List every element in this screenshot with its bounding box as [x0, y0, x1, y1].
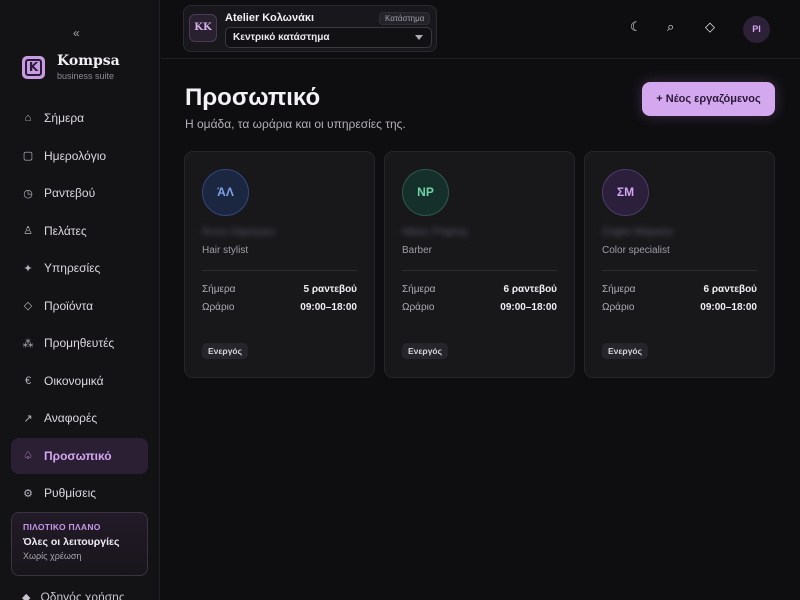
plan-tag: ΠΙΛΟΤΙΚΟ ΠΛΑΝΟ [23, 522, 101, 532]
staff-card[interactable]: ΣΜ Σοφία Μάρκου Color specialist Σήμερα 6 ρα… [584, 151, 775, 378]
sidebar-item-3[interactable]: ♙ Πελάτες [11, 213, 148, 249]
sidebar-item-8[interactable]: ↗ Αναφορές [11, 400, 148, 436]
nodes-icon: ⁂ [22, 337, 34, 350]
header-divider [161, 58, 800, 59]
store-avatar: KK [189, 14, 217, 42]
user-guide-link[interactable]: ◆ Οδηγός χρήσης [22, 590, 125, 600]
store-name: Atelier Κολωνάκι [225, 12, 315, 24]
employee-name: Άννα Λάμπρου [202, 226, 275, 238]
employee-role: Barber [402, 245, 433, 256]
store-switcher: KK Atelier Κολωνάκι Κατάστημα Κεντρικό κ… [183, 5, 437, 52]
calendar-icon: ▢ [22, 150, 34, 162]
clock-icon: ◷ [23, 187, 33, 200]
search-icon[interactable]: ⌕ [667, 19, 674, 35]
status-badge: Ενεργός [402, 343, 449, 359]
status-badge: Ενεργός [202, 343, 249, 359]
store-type-badge: Κατάστημα [379, 12, 431, 25]
sidebar-item-label: Σήμερα [44, 111, 85, 125]
employee-role: Color specialist [602, 245, 670, 256]
store-select-value: Κεντρικό κατάστημα [233, 32, 330, 43]
sidebar-item-label: Αναφορές [44, 411, 98, 425]
card-divider [402, 270, 557, 271]
theme-moon-icon[interactable]: ☾ [630, 19, 642, 35]
employee-avatar: NP [402, 169, 449, 216]
user-guide-label: Οδηγός χρήσης [40, 590, 125, 600]
sidebar-item-label: Ραντεβού [44, 186, 96, 200]
add-employee-button[interactable]: + Νέος εργαζόμενος [642, 82, 775, 116]
hours-label: Ωράριο [202, 302, 235, 313]
plan-card[interactable]: ΠΙΛΟΤΙΚΟ ΠΛΑΝΟ Όλες οι λειτουργίες Χωρίς… [11, 512, 148, 576]
sidebar-item-label: Οικονομικά [44, 373, 104, 388]
sidebar-item-4[interactable]: ✦ Υπηρεσίες [11, 250, 148, 286]
sidebar-item-0[interactable]: ⌂ Σήμερα [11, 100, 148, 136]
user-avatar[interactable]: PI [743, 16, 770, 43]
brand-name: Kompsa [57, 53, 120, 69]
today-row: Σήμερα 6 ραντεβού [602, 284, 757, 295]
diamond-icon: ◇ [23, 300, 33, 312]
hours-label: Ωράριο [402, 302, 435, 313]
sidebar-item-label: Προμηθευτές [44, 336, 115, 350]
status-badge: Ενεργός [602, 343, 649, 359]
today-label: Σήμερα [202, 284, 236, 295]
page-subtitle: Η ομάδα, τα ωράρια και οι υπηρεσίες της. [185, 117, 406, 131]
card-divider [202, 270, 357, 271]
hours-value: 09:00–18:00 [500, 302, 557, 313]
brand-subtitle: business suite [57, 71, 115, 81]
collapse-sidebar-icon[interactable]: « [73, 26, 80, 40]
chevron-down-icon [415, 35, 423, 40]
today-value: 6 ραντεβού [503, 284, 557, 295]
diamond-icon[interactable]: ◇ [705, 19, 715, 35]
today-value: 5 ραντεβού [303, 284, 357, 295]
sidebar-item-5[interactable]: ◇ Προϊόντα [11, 288, 148, 324]
card-divider [602, 270, 757, 271]
today-label: Σήμερα [602, 284, 636, 295]
sidebar-item-label: Προϊόντα [44, 298, 94, 313]
sidebar-item-2[interactable]: ◷ Ραντεβού [11, 175, 148, 211]
sidebar-item-label: Προσωπικό [44, 448, 112, 463]
sidebar-item-9[interactable]: ♤ Προσωπικό [11, 437, 148, 474]
sidebar-item-6[interactable]: ⁂ Προμηθευτές [11, 325, 148, 361]
sidebar-nav: ⌂ Σήμερα ▢ Ημερολόγιο ◷ Ραντεβού ♙ Πελάτες ✦ Υπηρ… [11, 100, 148, 513]
hours-row: Ωράριο 09:00–18:00 [402, 302, 557, 313]
employee-role: Hair stylist [202, 245, 249, 256]
hours-row: Ωράριο 09:00–18:00 [602, 302, 757, 313]
employee-name: Σοφία Μάρκου [602, 226, 674, 238]
sidebar-item-1[interactable]: ▢ Ημερολόγιο [11, 138, 148, 174]
sparkle-icon: ✦ [23, 262, 33, 275]
staff-card[interactable]: NP Νίκος Ραφτης Barber Σήμερα 6 ραντεβού Ωράρ… [384, 151, 575, 378]
sidebar-item-label: Ρυθμίσεις [44, 486, 97, 500]
sidebar-item-label: Υπηρεσίες [44, 261, 101, 275]
sidebar: « K Kompsa business suite ⌂ Σήμερα ▢ Ημερολ… [0, 0, 160, 600]
plan-title: Όλες οι λειτουργίες [23, 536, 120, 548]
logo-letter: K [25, 59, 42, 76]
guide-icon: ◆ [22, 591, 31, 600]
sidebar-item-label: Ημερολόγιο [44, 148, 107, 163]
employee-avatar: ΆΛ [202, 169, 249, 216]
sidebar-item-10[interactable]: ⚙ Ρυθμίσεις [11, 475, 148, 511]
user-icon: ♙ [23, 225, 33, 237]
brand-logo: K [22, 56, 45, 79]
trend-icon: ↗ [23, 412, 33, 425]
gear-icon: ⚙ [23, 487, 33, 500]
sidebar-item-7[interactable]: € Οικονομικά [11, 363, 148, 399]
sidebar-item-label: Πελάτες [44, 223, 87, 238]
employee-avatar: ΣΜ [602, 169, 649, 216]
page-title: Προσωπικό [185, 84, 321, 111]
today-value: 6 ραντεβού [703, 284, 757, 295]
plan-subtitle: Χωρίς χρέωση [23, 551, 82, 561]
today-row: Σήμερα 5 ραντεβού [202, 284, 357, 295]
today-label: Σήμερα [402, 284, 436, 295]
employee-name: Νίκος Ραφτης [402, 226, 469, 238]
staff-card[interactable]: ΆΛ Άννα Λάμπρου Hair stylist Σήμερα 5 ραντεβ… [184, 151, 375, 378]
today-row: Σήμερα 6 ραντεβού [402, 284, 557, 295]
home-icon: ⌂ [24, 112, 32, 124]
hours-label: Ωράριο [602, 302, 635, 313]
hours-value: 09:00–18:00 [300, 302, 357, 313]
staff-icon: ♤ [23, 450, 33, 462]
store-select[interactable]: Κεντρικό κατάστημα [225, 27, 432, 48]
euro-icon: € [24, 374, 32, 387]
hours-row: Ωράριο 09:00–18:00 [202, 302, 357, 313]
hours-value: 09:00–18:00 [700, 302, 757, 313]
